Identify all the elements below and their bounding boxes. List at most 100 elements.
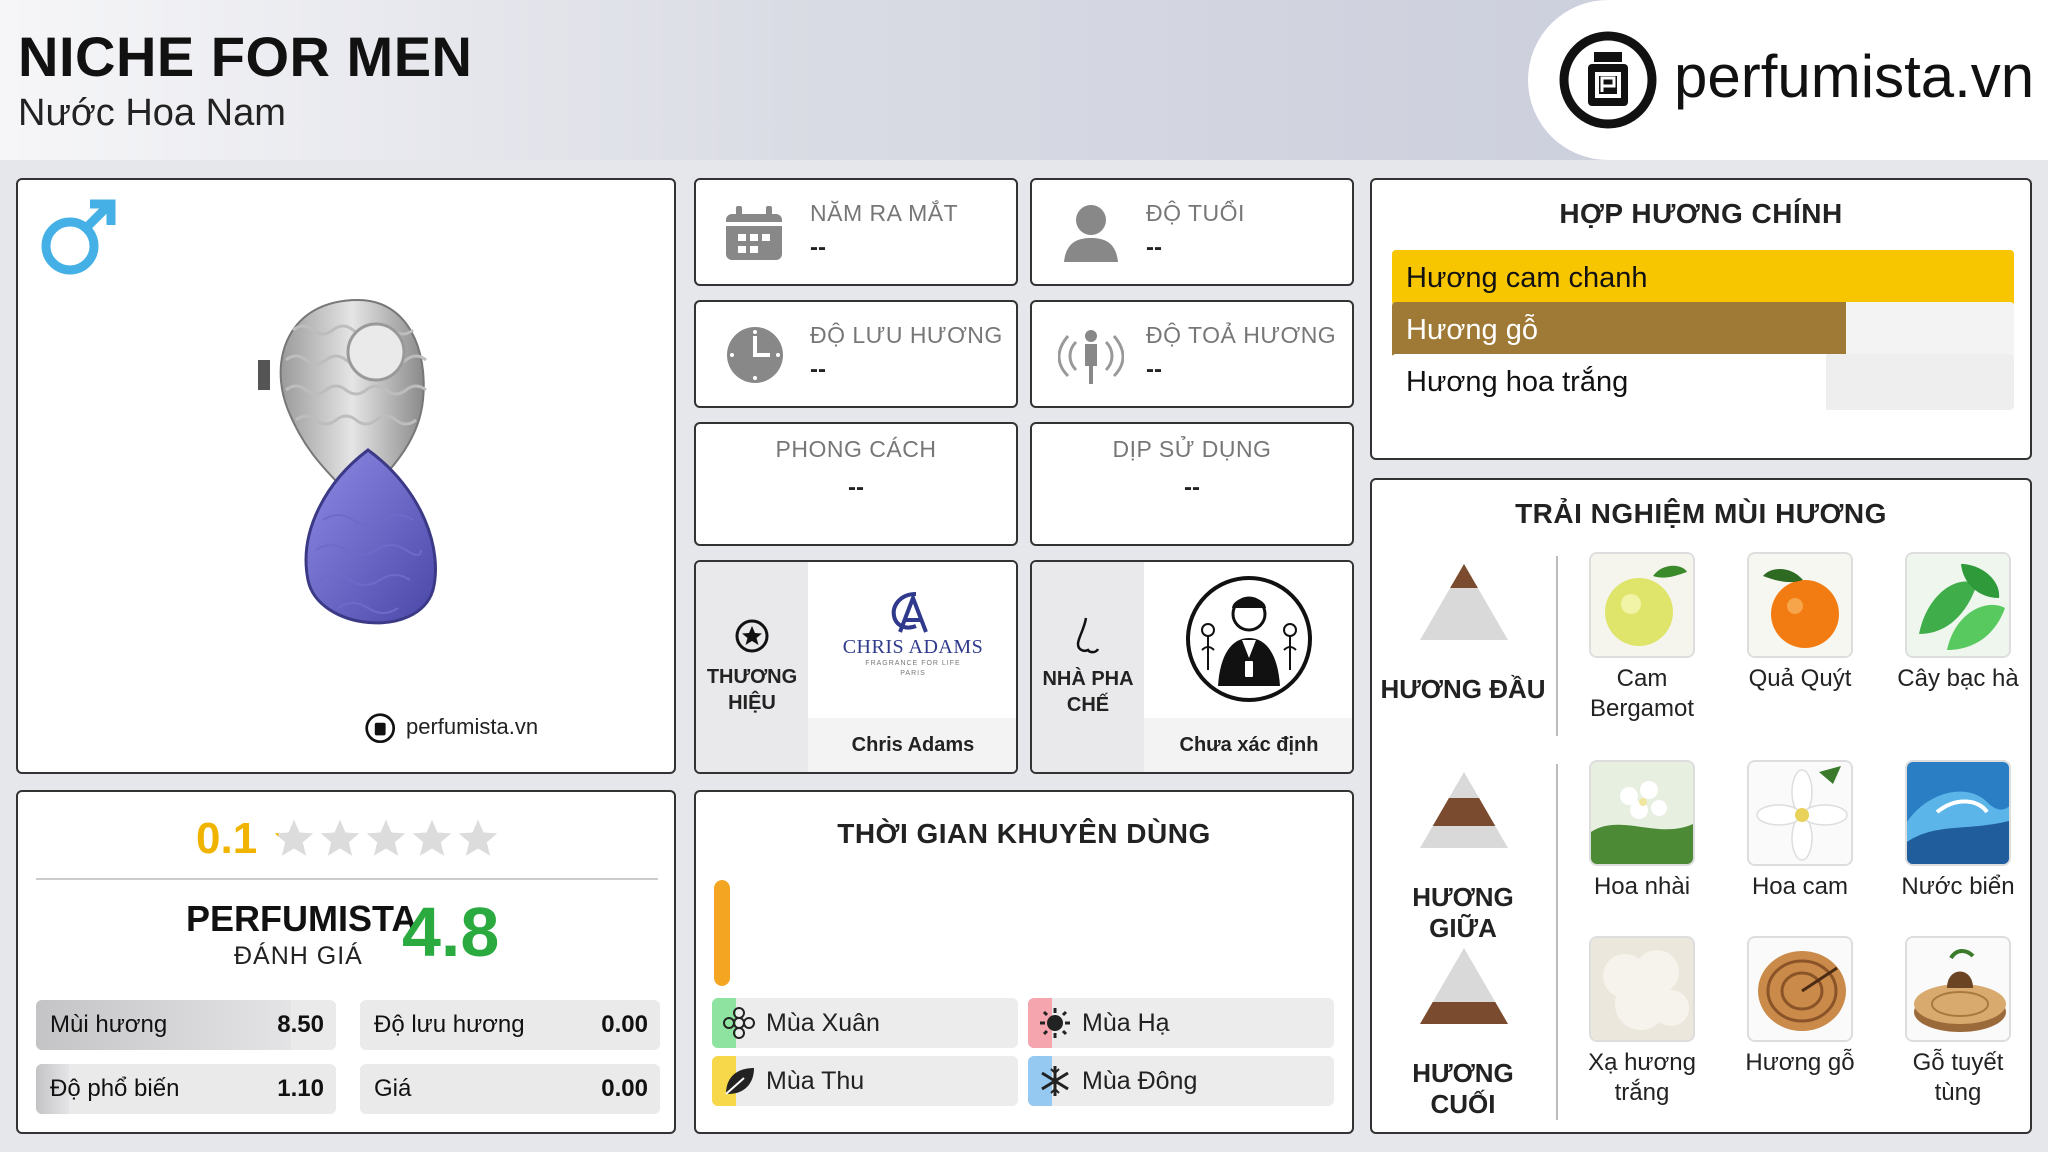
diffusion-icon <box>1058 330 1124 384</box>
male-symbol-icon <box>41 199 116 275</box>
rating-divider <box>36 878 658 880</box>
calendar-icon <box>726 206 782 260</box>
longevity-label: ĐỘ LƯU HƯƠNG <box>810 322 1003 348</box>
perfumista-sublabel: ĐÁNH GIÁ <box>234 942 363 970</box>
chris-adams-monogram-icon <box>891 592 928 633</box>
season-item[interactable]: Mùa Thu <box>712 1056 1018 1106</box>
ingredient-name: Xạ hương trắng <box>1588 1049 1696 1106</box>
leaf-icon <box>722 1064 756 1098</box>
flower-icon <box>722 1006 756 1040</box>
accord-bar: Hương hoa trắng <box>1392 354 2014 410</box>
ingredient-card[interactable]: Cây bạc hà <box>1888 552 2028 694</box>
ingredient-name: Cây bạc hà <box>1897 665 2019 692</box>
season-item[interactable]: Mùa Xuân <box>712 998 1018 1048</box>
rating-stat-value: 0.00 <box>601 1011 648 1038</box>
ingredient-card[interactable]: Hương gỗ <box>1730 936 1870 1078</box>
product-bottle-image <box>258 298 437 625</box>
ingredient-image <box>1905 936 2011 1042</box>
ingredient-name: Hương gỗ <box>1745 1049 1855 1076</box>
ingredient-name: Nước biển <box>1901 873 2015 900</box>
rating-stat-value: 1.10 <box>277 1075 324 1102</box>
sun-icon <box>1038 1006 1072 1040</box>
star-icon[interactable] <box>364 816 408 860</box>
occasion-card: DỊP SỬ DỤNG -- <box>1030 422 1354 546</box>
header: NICHE FOR MEN Nước Hoa Nam perfumista.vn <box>0 0 2048 160</box>
sillage-label: ĐỘ TOẢ HƯƠNG <box>1146 322 1337 348</box>
age-card: ĐỘ TUỔI -- <box>1030 178 1354 286</box>
ingredient-card[interactable]: Gỗ tuyết tùng <box>1888 936 2028 1108</box>
star-icon[interactable] <box>410 816 454 860</box>
rating-stat-name: Độ lưu hương <box>374 1011 525 1038</box>
note-pyramid-icon <box>1416 768 1512 852</box>
brand-logo-text: CHRIS ADAMS <box>842 636 984 658</box>
watermark-icon <box>364 712 404 752</box>
accords-panel: HỢP HƯƠNG CHÍNH Hương cam chanh Hương gỗ H… <box>1370 178 2032 460</box>
perfumer-card[interactable]: NHÀ PHA CHẾ Chưa xác định <box>1030 560 1354 774</box>
perfumer-name: Chưa xác định <box>1144 718 1352 772</box>
style-label: PHONG CÁCH <box>775 436 937 462</box>
brand-logo-sub: FRAGRANCE FOR LIFE <box>865 660 961 667</box>
age-label: ĐỘ TUỔI <box>1146 200 1245 226</box>
release-label: NĂM RA MẮT <box>810 200 959 226</box>
ingredient-card[interactable]: Nước biển <box>1888 760 2028 902</box>
ingredient-card[interactable]: Cam Bergamot <box>1572 552 1712 724</box>
logo-text: perfumista.vn <box>1674 43 2035 110</box>
rating-stat: Độ lưu hương 0.00 <box>360 1000 660 1050</box>
accord-label: Hương gỗ <box>1406 314 1538 346</box>
sillage-value: -- <box>1146 356 1162 383</box>
rating-stat: Giá 0.00 <box>360 1064 660 1114</box>
notes-title: TRẢI NGHIỆM MÙI HƯƠNG <box>1515 498 1887 529</box>
ingredient-name: Hoa cam <box>1751 873 1849 900</box>
ingredient-image <box>1747 552 1853 658</box>
snowflake-icon <box>1038 1064 1072 1098</box>
ingredient-card[interactable]: Xạ hương trắng <box>1572 936 1712 1108</box>
note-divider <box>1556 764 1558 944</box>
release-year-card: NĂM RA MẮT -- <box>694 178 1018 286</box>
accord-bar: Hương gỗ <box>1392 302 2014 358</box>
ingredient-image <box>1589 936 1695 1042</box>
brand-logo: CHRIS ADAMS FRAGRANCE FOR LIFE PARIS <box>808 562 1016 718</box>
seasons-panel: THỜI GIAN KHUYÊN DÙNG Mùa Xuân Mùa Hạ Mùa … <box>694 790 1354 1134</box>
rating-stat-value: 0.00 <box>601 1075 648 1102</box>
star-rating[interactable] <box>272 816 502 862</box>
ingredient-card[interactable]: Hoa cam <box>1730 760 1870 902</box>
age-value: -- <box>1146 234 1162 261</box>
note-layer-name: HƯƠNG CUỐI <box>1412 1058 1514 1119</box>
rating-stat-name: Mùi hương <box>50 1011 168 1038</box>
star-icon[interactable] <box>318 816 362 860</box>
season-label: Mùa Đông <box>1082 1067 1198 1095</box>
accord-bar: Hương cam chanh <box>1392 250 2014 306</box>
star-badge-icon <box>735 619 769 653</box>
season-item[interactable]: Mùa Đông <box>1028 1056 1334 1106</box>
rating-stat-value: 8.50 <box>277 1011 324 1038</box>
perfumer-avatar-icon <box>1186 576 1312 702</box>
person-icon <box>1064 205 1118 262</box>
ingredient-card[interactable]: Quả Quýt <box>1730 552 1870 694</box>
occasion-value: -- <box>1184 474 1200 501</box>
note-divider <box>1556 556 1558 736</box>
brand-label: THƯƠNG HIỆU <box>706 666 798 714</box>
occasion-label: DỊP SỬ DỤNG <box>1112 436 1272 462</box>
star-icon[interactable] <box>272 816 316 860</box>
brand-label-cell: THƯƠNG HIỆU <box>696 562 808 772</box>
ingredient-image <box>1747 936 1853 1042</box>
ingredient-card[interactable]: Hoa nhài <box>1572 760 1712 902</box>
ingredient-image <box>1747 760 1853 866</box>
seasons-title: THỜI GIAN KHUYÊN DÙNG <box>837 818 1211 849</box>
release-value: -- <box>810 234 826 261</box>
watermark-text: perfumista.vn <box>406 714 539 739</box>
star-icon[interactable] <box>456 816 500 860</box>
brand-card[interactable]: THƯƠNG HIỆU CHRIS ADAMS FRAGRANCE FOR LI… <box>694 560 1018 774</box>
longevity-card: ĐỘ LƯU HƯƠNG -- <box>694 300 1018 408</box>
rating-stat: Độ phổ biến 1.10 <box>36 1064 336 1114</box>
notes-panel: TRẢI NGHIỆM MÙI HƯƠNG HƯƠNG ĐẦU Cam Berga… <box>1370 478 2032 1134</box>
ingredient-name: Quả Quýt <box>1748 665 1852 692</box>
perfume-logo-icon <box>1559 31 1657 129</box>
note-pyramid-icon <box>1416 944 1512 1028</box>
product-panel: perfumista.vn <box>16 178 676 774</box>
rating-stat: Mùi hương 8.50 <box>36 1000 336 1050</box>
page-subtitle: Nước Hoa Nam <box>18 92 286 134</box>
season-item[interactable]: Mùa Hạ <box>1028 998 1334 1048</box>
note-pyramid-icon <box>1416 560 1512 644</box>
brand-logo-city: PARIS <box>900 670 926 677</box>
